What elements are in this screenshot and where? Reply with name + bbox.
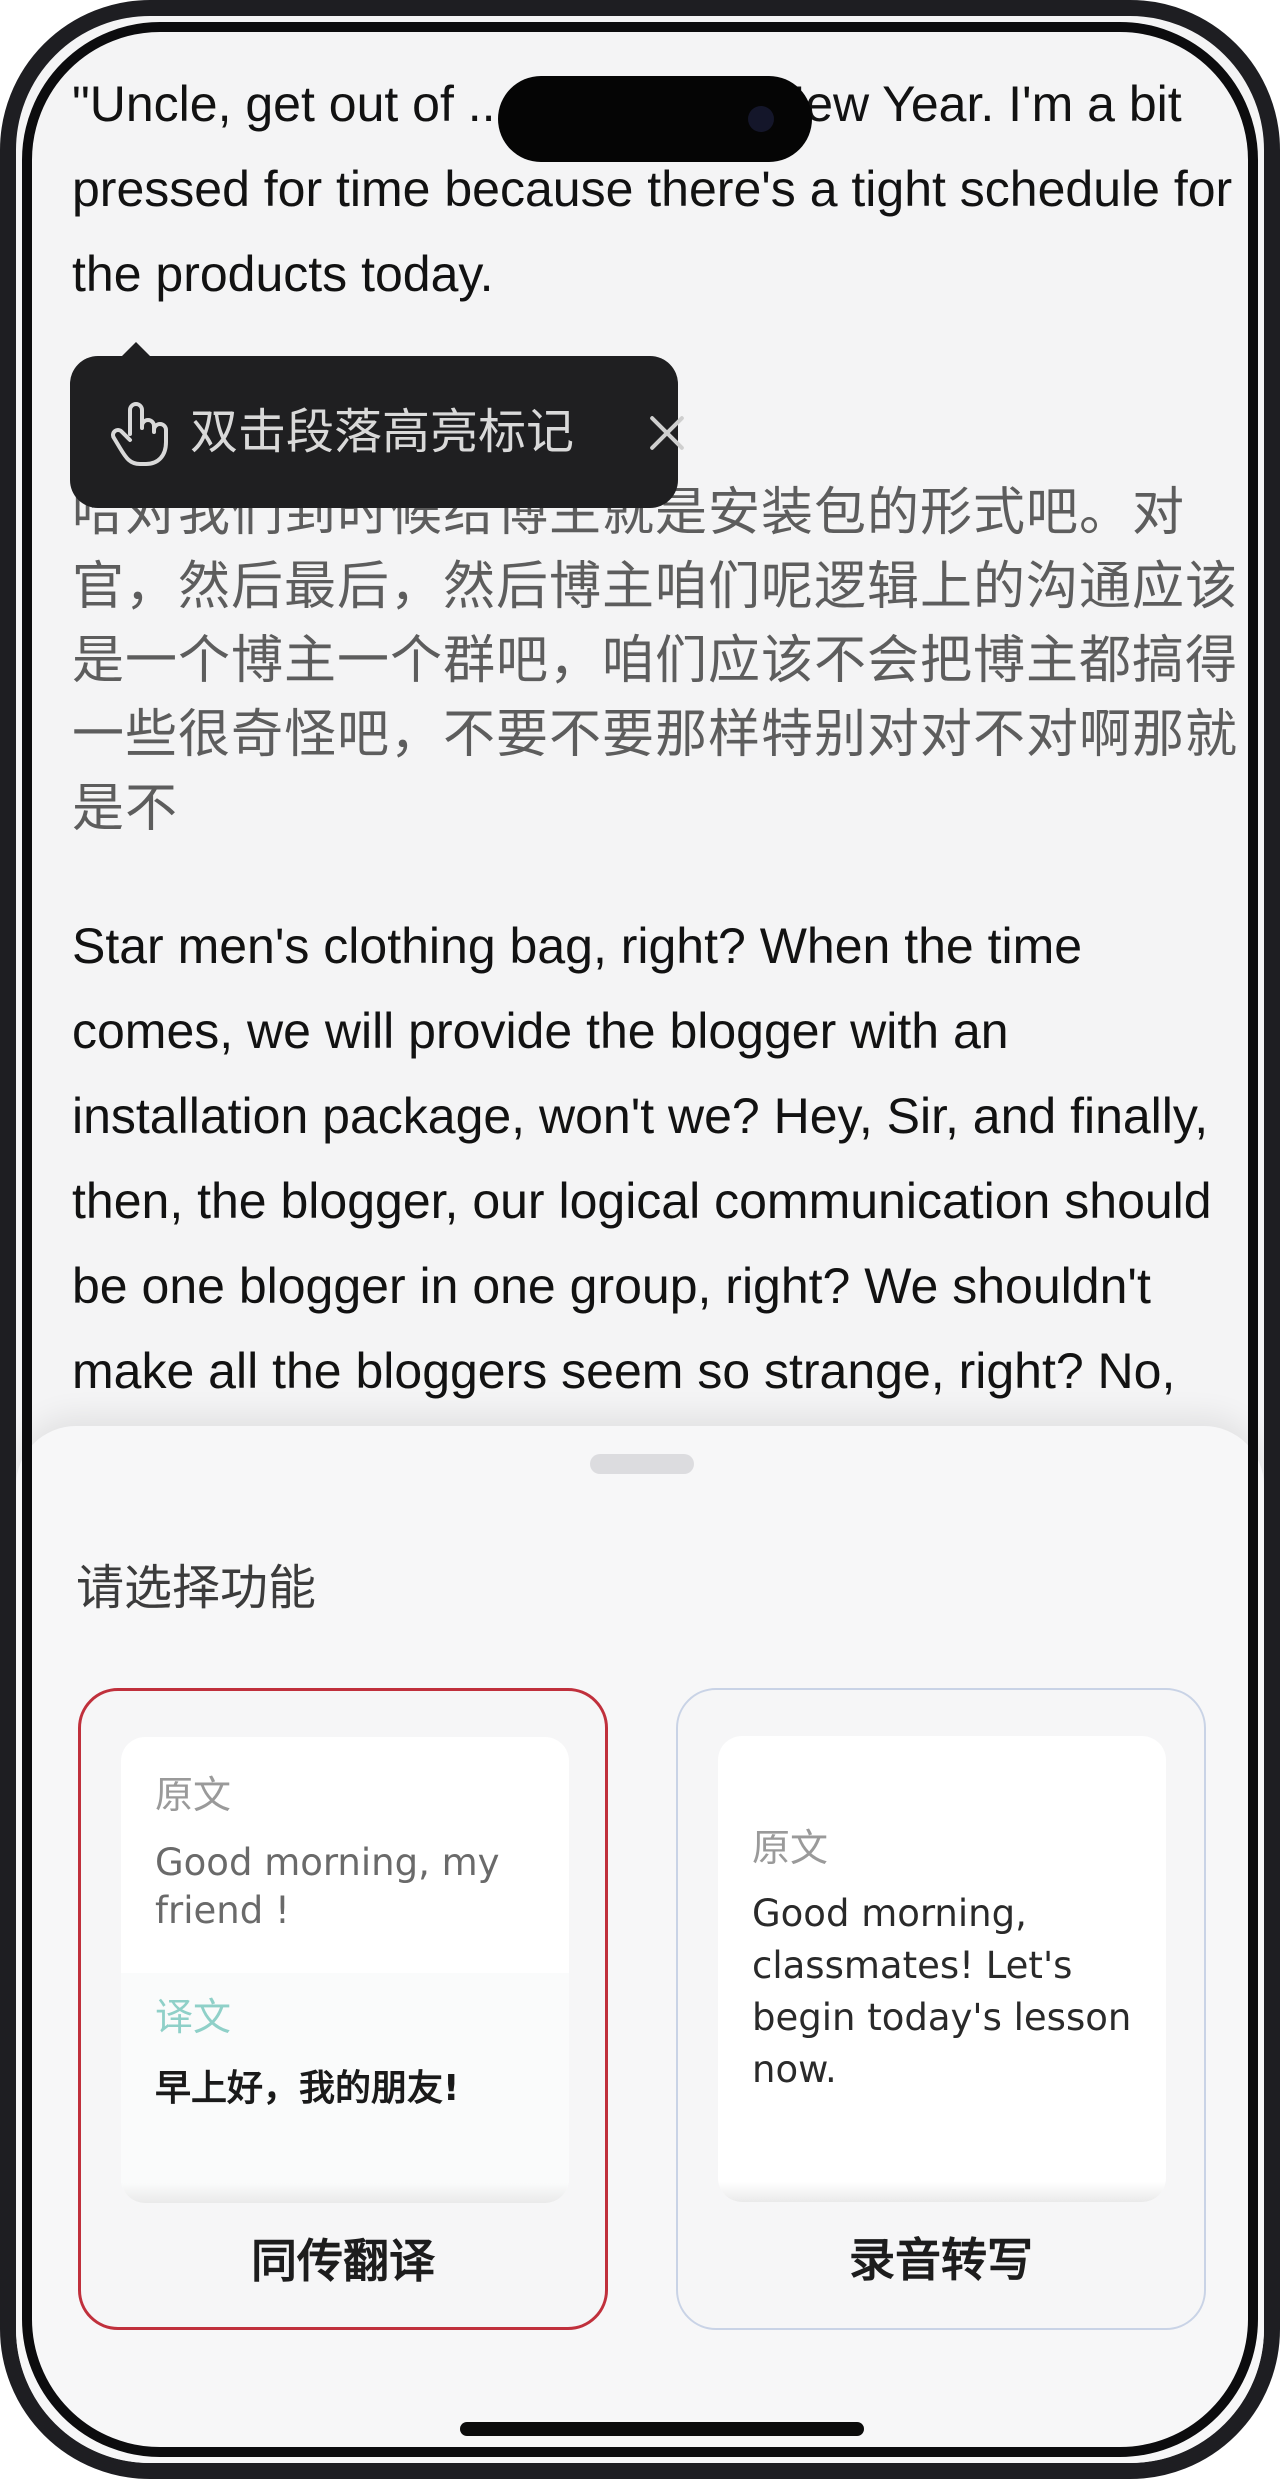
- transcript-paragraph-zh[interactable]: 哈对我们到时候给博主就是安装包的形式吧。对官，然后最后，然后博主咱们呢逻辑上的沟…: [72, 476, 1236, 846]
- highlight-hint-tooltip: 双击段落高亮标记: [70, 342, 678, 508]
- tooltip-arrow: [120, 342, 152, 358]
- tooltip-text: 双击段落高亮标记: [190, 404, 575, 460]
- preview-source-label: 原文: [155, 1773, 232, 1817]
- tap-hand-icon: [111, 402, 168, 466]
- sheet-title: 请选择功能: [76, 1560, 317, 1616]
- simultaneous-translation-card[interactable]: 原文 Good morning, my friend ! 译文 早上好，我的朋友…: [78, 1688, 608, 2330]
- transcript-paragraph-en-2[interactable]: Star men's clothing bag, right? When the…: [72, 904, 1236, 1476]
- sheet-drag-handle[interactable]: [590, 1454, 694, 1474]
- transcription-preview: 原文 Good morning, classmates! Let's begin…: [718, 1736, 1166, 2202]
- preview-source-label: 原文: [752, 1826, 829, 1870]
- translation-preview: 原文 Good morning, my friend ! 译文 早上好，我的朋友…: [121, 1737, 569, 2203]
- card-label-translation: 同传翻译: [251, 2234, 435, 2288]
- preview-translation-label: 译文: [155, 1995, 232, 2039]
- phone-frame: "Uncle, get out of ... 's Chinese New Ye…: [0, 0, 1280, 2479]
- function-picker-sheet: 请选择功能 原文 Good morning, my friend ! 译文 早上…: [16, 1426, 1264, 2463]
- preview-translation-text: 早上好，我的朋友!: [155, 2068, 460, 2109]
- home-indicator[interactable]: [460, 2422, 864, 2436]
- preview-transcription-text: Good morning, classmates! Let's begin to…: [752, 1892, 1132, 2091]
- card-label-transcription: 录音转写: [849, 2233, 1033, 2287]
- preview-source-text: Good morning, my friend !: [155, 1841, 500, 1932]
- preview-fade: [121, 2183, 569, 2203]
- dynamic-island: [498, 76, 812, 162]
- preview-fade: [718, 2182, 1166, 2202]
- transcript-content[interactable]: "Uncle, get out of ... 's Chinese New Ye…: [56, 56, 1236, 1476]
- front-camera-icon: [748, 106, 774, 132]
- close-icon[interactable]: [644, 410, 690, 456]
- recording-transcription-card[interactable]: 原文 Good morning, classmates! Let's begin…: [676, 1688, 1206, 2330]
